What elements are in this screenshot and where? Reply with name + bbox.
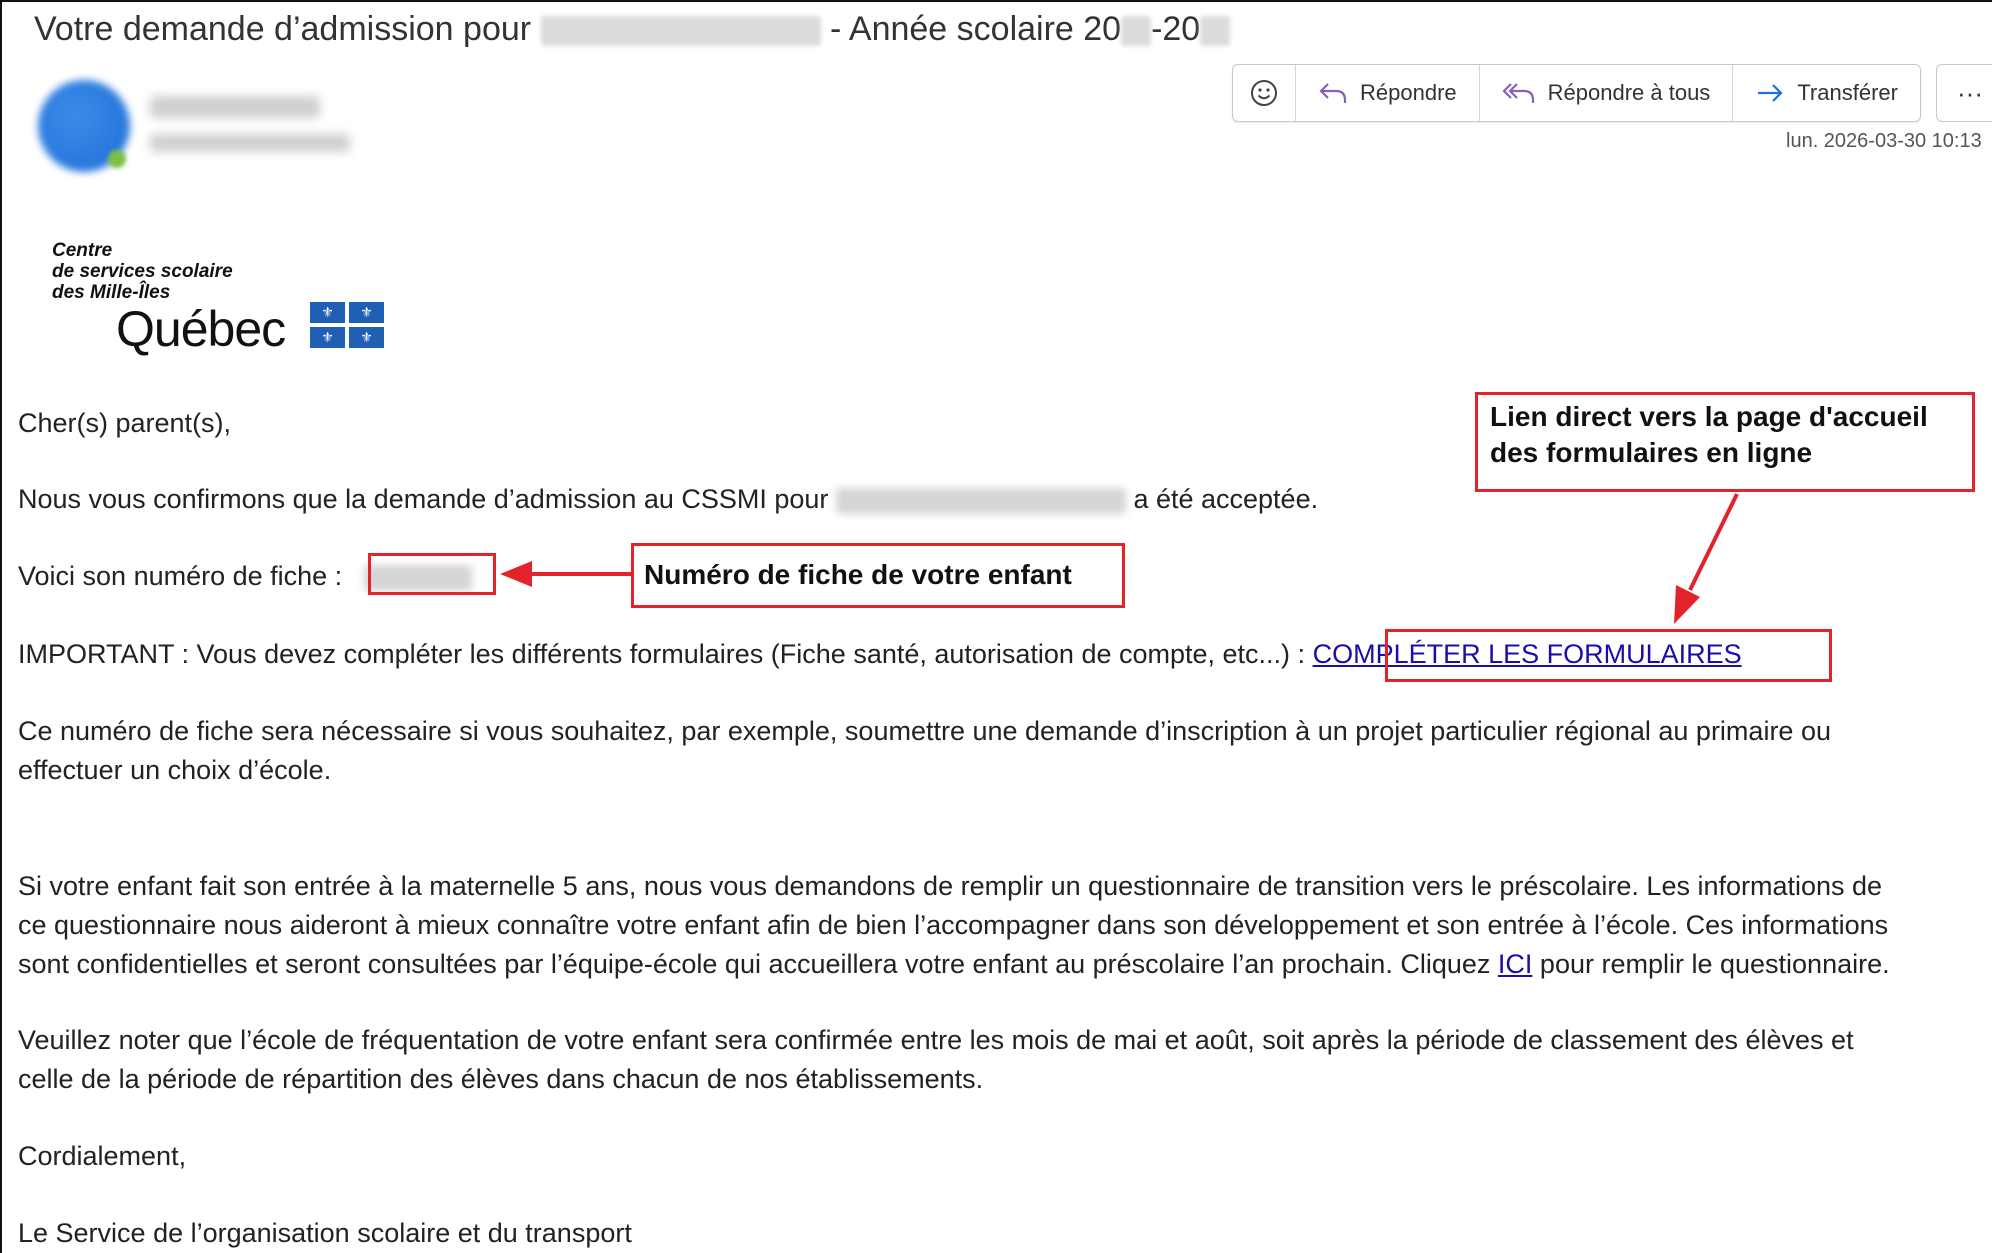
link-arrow-head (1674, 585, 1700, 624)
link-arrow-line (1688, 493, 1739, 591)
annotation-arrows (500, 493, 1739, 624)
fiche-arrow-head (500, 561, 532, 587)
